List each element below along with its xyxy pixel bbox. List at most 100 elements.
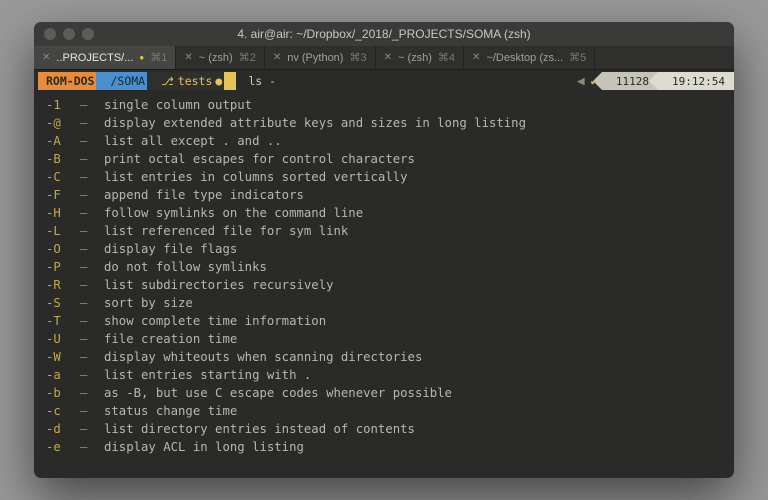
completion-row[interactable]: -B—print octal escapes for control chara… [46, 150, 722, 168]
completion-row[interactable]: -S—sort by size [46, 294, 722, 312]
completion-flag: -B [46, 150, 80, 168]
completion-row[interactable]: -e—display ACL in long listing [46, 438, 722, 456]
close-tab-icon[interactable]: ✕ [184, 52, 192, 63]
separator: — [80, 258, 104, 276]
tab-hotkey: ⌘5 [569, 51, 586, 64]
separator: — [80, 222, 104, 240]
separator: — [80, 438, 104, 456]
dirty-dot-icon: ● [139, 53, 144, 62]
prompt-end-arrow [224, 72, 236, 90]
command-input[interactable]: ls - [248, 74, 276, 88]
completion-desc: display extended attribute keys and size… [104, 114, 526, 132]
completion-row[interactable]: -F—append file type indicators [46, 186, 722, 204]
close-tab-icon[interactable]: ✕ [384, 52, 392, 63]
prompt-bar: ROM-DOS /SOMA ⎇ tests ● ls - ◀ ✔ 11128 1… [34, 70, 734, 92]
completion-row[interactable]: -c—status change time [46, 402, 722, 420]
close-tab-icon[interactable]: ✕ [42, 52, 50, 63]
titlebar[interactable]: 4. air@air: ~/Dropbox/_2018/_PROJECTS/SO… [34, 22, 734, 46]
terminal-body[interactable]: -1—single column output-@—display extend… [34, 92, 734, 478]
completion-desc: list directory entries instead of conten… [104, 420, 415, 438]
completion-desc: display ACL in long listing [104, 438, 304, 456]
completion-row[interactable]: -T—show complete time information [46, 312, 722, 330]
completion-row[interactable]: -@—display extended attribute keys and s… [46, 114, 722, 132]
completion-flag: -U [46, 330, 80, 348]
completion-row[interactable]: -O—display file flags [46, 240, 722, 258]
separator: — [80, 366, 104, 384]
completion-desc: single column output [104, 96, 252, 114]
minimize-icon[interactable] [63, 28, 75, 40]
completion-row[interactable]: -a—list entries starting with . [46, 366, 722, 384]
completion-row[interactable]: -b—as -B, but use C escape codes wheneve… [46, 384, 722, 402]
tab-hotkey: ⌘2 [239, 51, 256, 64]
separator: — [80, 114, 104, 132]
tab-label: ~ (zsh) [199, 52, 233, 64]
completion-flag: -C [46, 168, 80, 186]
completion-row[interactable]: -H—follow symlinks on the command line [46, 204, 722, 222]
completion-row[interactable]: -d—list directory entries instead of con… [46, 420, 722, 438]
prompt-host: ROM-DOS [38, 72, 104, 90]
completion-flag: -L [46, 222, 80, 240]
completion-row[interactable]: -1—single column output [46, 96, 722, 114]
completion-flag: -W [46, 348, 80, 366]
completion-flag: -a [46, 366, 80, 384]
completion-flag: -R [46, 276, 80, 294]
separator: — [80, 96, 104, 114]
tab-label: ..PROJECTS/... [56, 52, 133, 64]
completion-flag: -A [46, 132, 80, 150]
completion-row[interactable]: -L—list referenced file for sym link [46, 222, 722, 240]
completion-desc: list subdirectories recursively [104, 276, 334, 294]
completion-flag: -T [46, 312, 80, 330]
dirty-icon: ● [215, 74, 222, 88]
completion-desc: list all except . and .. [104, 132, 282, 150]
separator: — [80, 294, 104, 312]
tab-0[interactable]: ✕ ..PROJECTS/... ● ⌘1 [34, 46, 176, 69]
separator: — [80, 276, 104, 294]
separator: — [80, 384, 104, 402]
terminal-window: 4. air@air: ~/Dropbox/_2018/_PROJECTS/SO… [34, 22, 734, 478]
tab-bar: ✕ ..PROJECTS/... ● ⌘1 ✕ ~ (zsh) ⌘2 ✕ nv (Python)… [34, 46, 734, 70]
completion-row[interactable]: -W—display whiteouts when scanning direc… [46, 348, 722, 366]
completion-desc: list entries starting with . [104, 366, 311, 384]
completion-flag: -S [46, 294, 80, 312]
git-branch-icon: ⎇ [161, 75, 174, 88]
completion-flag: -P [46, 258, 80, 276]
completion-flag: -@ [46, 114, 80, 132]
completion-desc: print octal escapes for control characte… [104, 150, 415, 168]
completion-desc: follow symlinks on the command line [104, 204, 363, 222]
separator: — [80, 330, 104, 348]
separator: — [80, 204, 104, 222]
completion-flag: -b [46, 384, 80, 402]
separator: — [80, 312, 104, 330]
separator: — [80, 150, 104, 168]
completion-row[interactable]: -A—list all except . and .. [46, 132, 722, 150]
completion-flag: -H [46, 204, 80, 222]
close-tab-icon[interactable]: ✕ [273, 52, 281, 63]
tab-hotkey: ⌘1 [150, 51, 167, 64]
tab-4[interactable]: ✕~/Desktop (zs...⌘5 [464, 46, 595, 69]
completion-flag: -e [46, 438, 80, 456]
completion-flag: -O [46, 240, 80, 258]
close-icon[interactable] [44, 28, 56, 40]
completion-flag: -d [46, 420, 80, 438]
tab-2[interactable]: ✕nv (Python)⌘3 [265, 46, 376, 69]
completion-desc: list referenced file for sym link [104, 222, 348, 240]
separator: — [80, 132, 104, 150]
completion-row[interactable]: -U—file creation time [46, 330, 722, 348]
completion-desc: sort by size [104, 294, 193, 312]
tab-1[interactable]: ✕ ~ (zsh) ⌘2 [176, 46, 264, 69]
completion-desc: file creation time [104, 330, 237, 348]
tab-3[interactable]: ✕~ (zsh)⌘4 [376, 46, 464, 69]
completion-desc: display file flags [104, 240, 237, 258]
completion-row[interactable]: -P—do not follow symlinks [46, 258, 722, 276]
zoom-icon[interactable] [82, 28, 94, 40]
completion-flag: -F [46, 186, 80, 204]
completion-desc: append file type indicators [104, 186, 304, 204]
completion-row[interactable]: -R—list subdirectories recursively [46, 276, 722, 294]
window-controls [44, 28, 94, 40]
completion-desc: display whiteouts when scanning director… [104, 348, 422, 366]
completion-row[interactable]: -C—list entries in columns sorted vertic… [46, 168, 722, 186]
tab-label: nv (Python) [287, 52, 343, 64]
branch-name: tests [178, 74, 213, 88]
separator: — [80, 186, 104, 204]
close-tab-icon[interactable]: ✕ [472, 52, 480, 63]
